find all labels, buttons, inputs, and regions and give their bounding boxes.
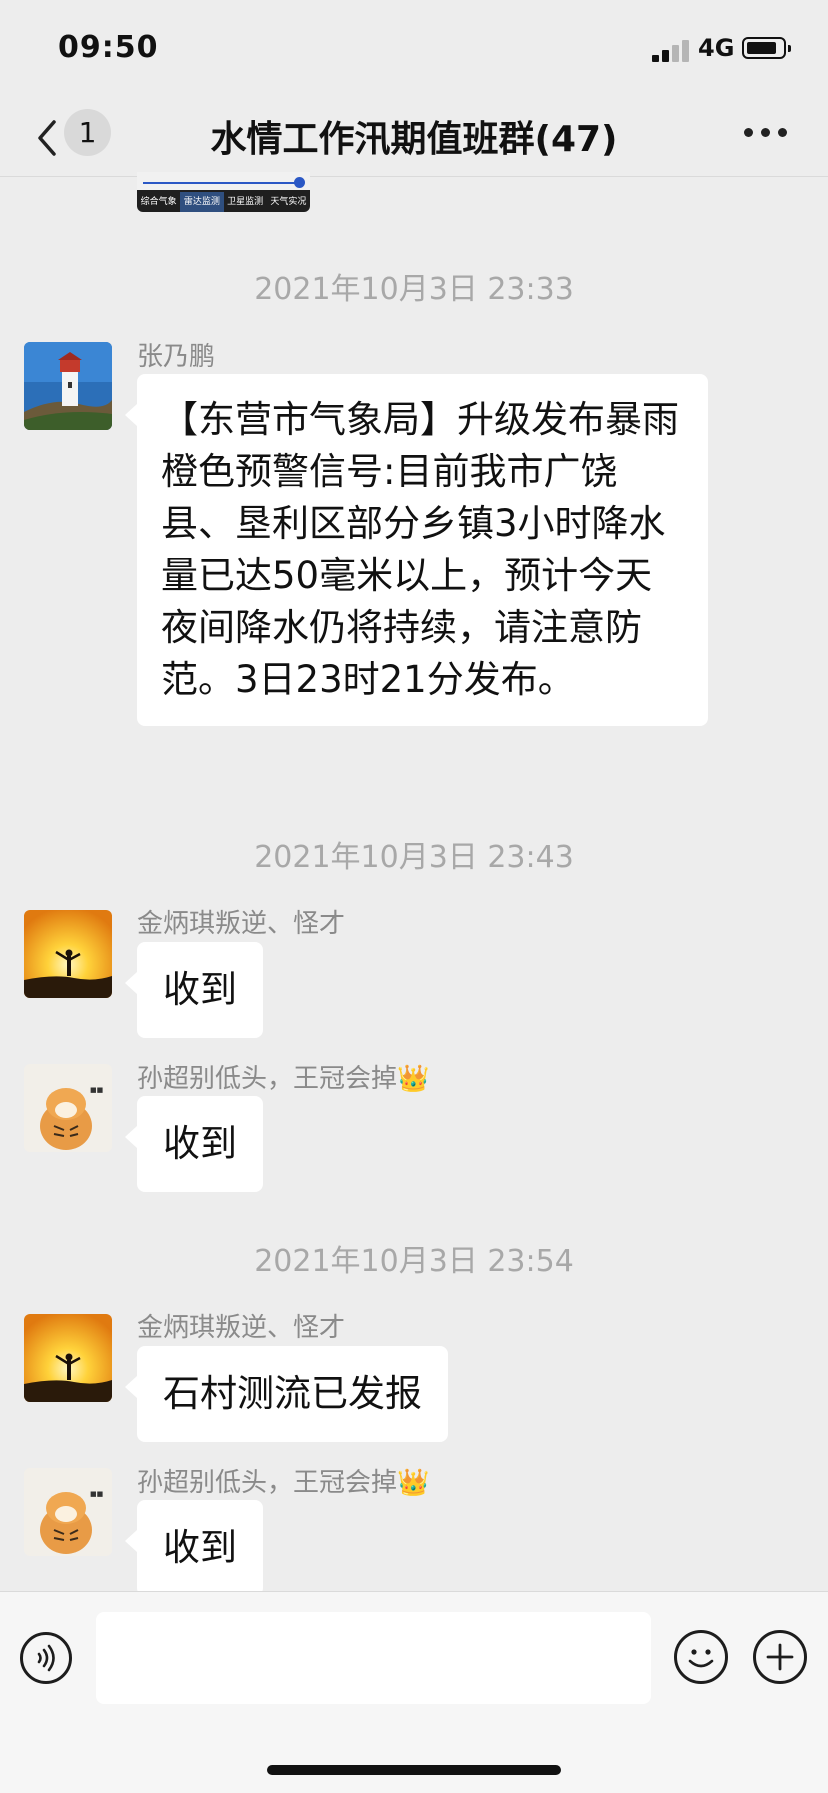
message-bubble[interactable]: 收到 [125, 942, 263, 1038]
timestamp: 2021年10月3日 23:43 [254, 840, 574, 875]
sender-name: 孙超别低头，王冠会掉👑 [137, 1468, 430, 1498]
message-input[interactable] [96, 1612, 651, 1704]
image-tab-radar: 雷达监测 [180, 192, 224, 212]
weather-image-message[interactable]: 综合气象 雷达监测 卫星监测 天气实况 [137, 172, 310, 212]
message-bubble[interactable]: 石村测流已发报 [125, 1346, 448, 1442]
message-bubble[interactable]: 【东营市气象局】升级发布暴雨橙色预警信号:目前我市广饶县、垦利区部分乡镇3小时降… [125, 374, 708, 726]
image-tab-comprehensive-weather: 综合气象 [140, 197, 177, 207]
emoji-icon[interactable] [674, 1630, 728, 1684]
image-tab-weather-live: 天气实况 [270, 197, 307, 207]
battery-icon [742, 37, 791, 59]
sunset-avatar[interactable] [24, 1314, 112, 1402]
lighthouse-avatar[interactable] [24, 342, 112, 430]
message-bubble[interactable]: 收到 [125, 1500, 263, 1596]
image-tab-satellite: 卫星监测 [227, 197, 264, 207]
sender-name: 孙超别低头，王冠会掉👑 [137, 1064, 430, 1094]
message-bubble[interactable]: 收到 [125, 1096, 263, 1192]
status-time: 09:50 [58, 30, 159, 65]
timestamp: 2021年10月3日 23:54 [254, 1244, 574, 1279]
timestamp: 2021年10月3日 23:33 [254, 272, 574, 307]
svg-text:■■: ■■ [90, 1490, 103, 1498]
plus-icon[interactable] [753, 1630, 807, 1684]
sender-name: 金炳琪叛逆、怪才 [137, 909, 346, 939]
input-bar [0, 1591, 828, 1793]
sunset-avatar[interactable] [24, 910, 112, 998]
more-options-icon[interactable] [744, 128, 788, 138]
sender-name: 金炳琪叛逆、怪才 [137, 1313, 346, 1343]
chat-title: 水情工作汛期值班群(47) [210, 119, 618, 160]
signal-strength-icon [652, 38, 692, 62]
tiger-avatar[interactable]: ■■ [24, 1468, 112, 1556]
network-type: 4G [698, 34, 735, 62]
sender-name: 张乃鹏 [137, 342, 216, 372]
tiger-avatar[interactable]: ■■ [24, 1064, 112, 1152]
status-bar: 09:50 4G [0, 0, 828, 100]
image-tabs: 综合气象 雷达监测 卫星监测 天气实况 [137, 192, 310, 212]
voice-input-icon[interactable] [20, 1632, 72, 1684]
home-indicator [267, 1765, 561, 1775]
svg-text:■■: ■■ [90, 1086, 103, 1094]
